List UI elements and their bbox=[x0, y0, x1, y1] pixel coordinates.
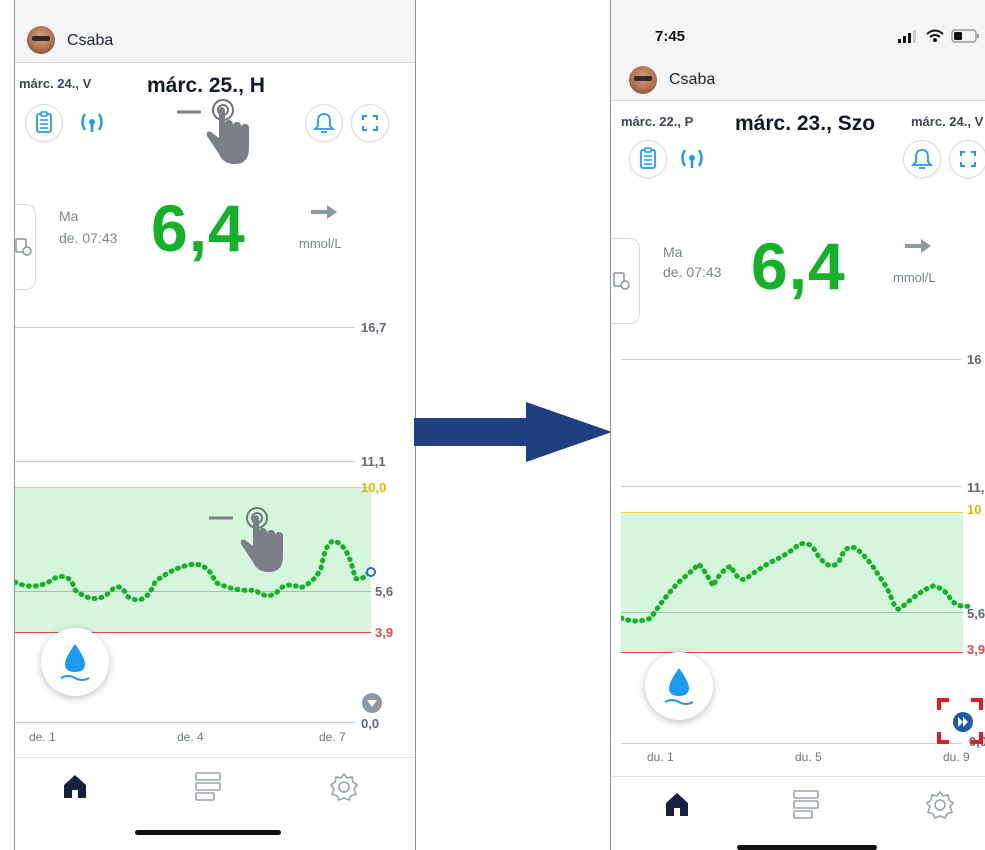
y-label-16-7: 16,7 bbox=[361, 320, 387, 335]
reading-time: de. 07:43 bbox=[59, 230, 118, 246]
reading-day: Ma bbox=[59, 208, 79, 224]
previous-date[interactable]: márc. 22., P bbox=[621, 114, 693, 129]
x-label: du. 9 bbox=[943, 750, 970, 764]
add-reading-button[interactable] bbox=[41, 628, 109, 696]
trend-arrow-icon bbox=[311, 205, 337, 219]
gridline-16-7 bbox=[15, 327, 355, 328]
scroll-down-icon[interactable] bbox=[361, 692, 383, 714]
high-limit-line bbox=[15, 487, 371, 488]
gridline-0 bbox=[621, 743, 961, 744]
x-label: de. 1 bbox=[29, 730, 56, 744]
home-indicator bbox=[135, 830, 281, 835]
tab-bar-divider bbox=[15, 757, 415, 758]
report-tab[interactable] bbox=[611, 238, 640, 324]
report-icon bbox=[613, 272, 630, 290]
next-date[interactable]: márc. 24., V bbox=[911, 114, 983, 129]
home-icon[interactable] bbox=[663, 790, 691, 818]
water-drop-icon bbox=[60, 644, 90, 681]
home-indicator bbox=[737, 845, 877, 850]
alarm-button[interactable] bbox=[903, 140, 941, 178]
x-label: de. 7 bbox=[319, 730, 346, 744]
transition-arrow bbox=[414, 402, 612, 462]
gridline-11-1 bbox=[15, 461, 355, 462]
swipe-hand-icon bbox=[209, 507, 283, 572]
logbook-icon bbox=[640, 147, 656, 169]
y-label-16-7: 16 bbox=[967, 352, 982, 367]
alarm-button[interactable] bbox=[305, 104, 343, 142]
report-tab[interactable] bbox=[15, 204, 36, 290]
account-header bbox=[15, 0, 415, 62]
gridline-0 bbox=[15, 722, 355, 723]
fullscreen-button[interactable] bbox=[351, 104, 389, 142]
fullscreen-icon bbox=[362, 115, 378, 131]
history-icon[interactable] bbox=[791, 788, 821, 820]
bell-icon bbox=[312, 113, 336, 133]
previous-date[interactable]: márc. 24., V bbox=[19, 76, 91, 91]
right-phone-screen: 7:45 Csaba márc. 22., P márc. 23., Szo m… bbox=[610, 0, 985, 850]
y-label-3-9: 3,9 bbox=[375, 625, 394, 640]
glucose-value: 6,4 bbox=[751, 229, 846, 303]
x-label: du. 5 bbox=[795, 750, 822, 764]
current-date: márc. 23., Szo bbox=[735, 112, 876, 135]
history-icon[interactable] bbox=[193, 770, 223, 802]
status-and-account-header bbox=[611, 0, 985, 100]
reading-day: Ma bbox=[663, 244, 683, 260]
fullscreen-button[interactable] bbox=[949, 140, 985, 178]
battery-icon bbox=[951, 29, 979, 43]
y-label-10-0: 10 bbox=[967, 502, 982, 517]
sensor-signal-icon[interactable] bbox=[75, 108, 109, 136]
status-time: 7:45 bbox=[655, 28, 686, 45]
report-icon bbox=[15, 238, 32, 256]
glucose-trace bbox=[621, 540, 972, 624]
y-label-10-0: 10,0 bbox=[361, 480, 387, 495]
home-icon[interactable] bbox=[61, 772, 89, 800]
swipe-hand-icon bbox=[177, 99, 249, 164]
y-label-11-1: 11,1 bbox=[361, 454, 386, 469]
settings-icon[interactable] bbox=[329, 772, 359, 802]
avatar[interactable] bbox=[629, 66, 657, 94]
logbook-button[interactable] bbox=[629, 140, 667, 178]
glucose-trace bbox=[15, 538, 376, 603]
glucose-value: 6,4 bbox=[151, 191, 246, 265]
sensor-signal-icon[interactable] bbox=[675, 144, 709, 172]
divider bbox=[15, 62, 415, 63]
wifi-icon bbox=[926, 29, 944, 42]
settings-icon[interactable] bbox=[925, 790, 955, 820]
trend-arrow-icon bbox=[905, 239, 931, 253]
glucose-unit: mmol/L bbox=[893, 270, 936, 285]
x-label: de. 4 bbox=[177, 730, 204, 744]
water-drop-icon bbox=[664, 668, 694, 705]
y-label-11-1: 11, bbox=[967, 480, 985, 495]
user-name: Csaba bbox=[67, 32, 114, 49]
signal-bars-icon bbox=[898, 30, 916, 43]
reading-time: de. 07:43 bbox=[663, 264, 722, 280]
add-reading-button[interactable] bbox=[645, 652, 713, 720]
y-label-0-0: 0,0 bbox=[361, 716, 380, 731]
x-label: du. 1 bbox=[647, 750, 674, 764]
gridline-11-1 bbox=[621, 486, 961, 487]
y-label-3-9: 3,9 bbox=[967, 642, 985, 657]
bell-icon bbox=[910, 149, 934, 169]
avatar[interactable] bbox=[27, 26, 55, 54]
high-limit-line bbox=[621, 512, 963, 513]
gridline-16-7 bbox=[621, 359, 961, 360]
logbook-button[interactable] bbox=[25, 104, 63, 142]
left-phone-screen: Csaba márc. 24., V márc. 25., H Ma de. 0… bbox=[14, 0, 416, 850]
user-name: Csaba bbox=[669, 71, 716, 88]
fast-forward-icon[interactable] bbox=[952, 711, 974, 733]
fullscreen-icon bbox=[960, 151, 976, 167]
divider bbox=[611, 100, 985, 101]
logbook-icon bbox=[36, 111, 52, 133]
glucose-unit: mmol/L bbox=[299, 236, 342, 251]
tab-bar-divider bbox=[611, 776, 985, 777]
